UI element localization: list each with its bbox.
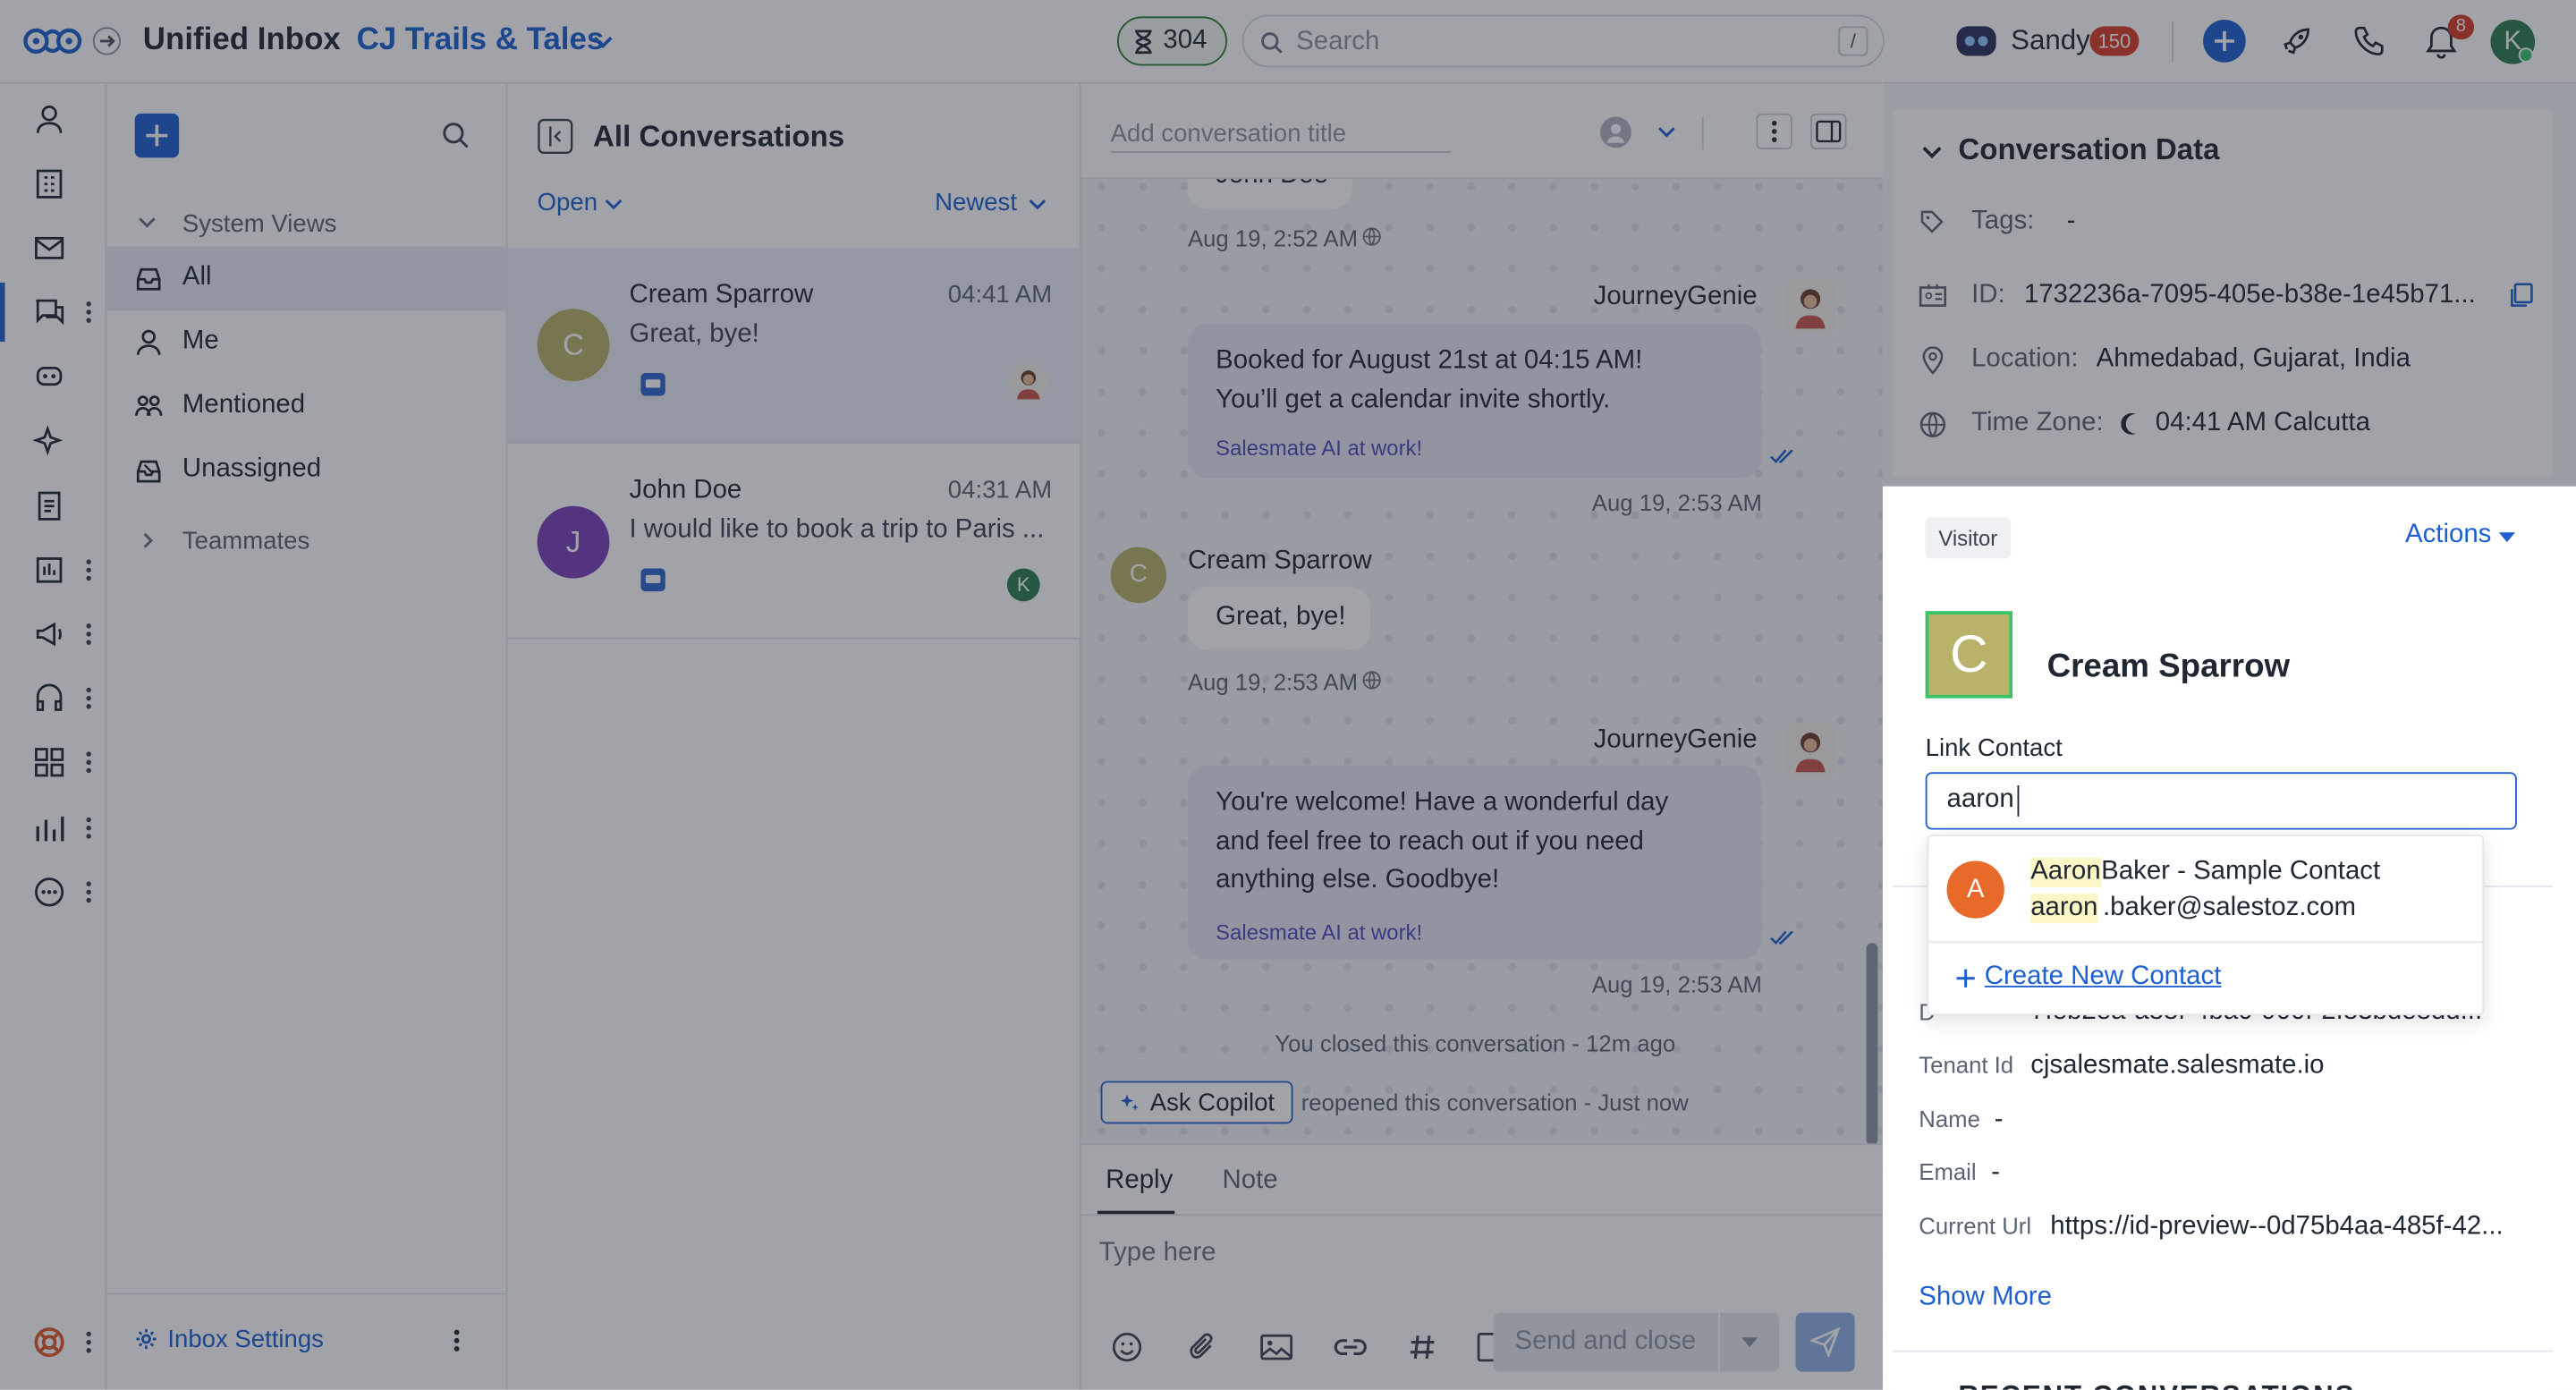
modal-backdrop[interactable]: [1882, 0, 2576, 487]
modal-backdrop[interactable]: [0, 0, 1883, 1390]
contact-search-dropdown: A Aaron Baker - Sample Contact aaron .ba…: [1927, 835, 2485, 1016]
result-name-highlight: Aaron: [2030, 857, 2101, 887]
search-result-item[interactable]: A Aaron Baker - Sample Contact aaron .ba…: [1928, 836, 2482, 942]
result-initial: A: [1966, 875, 1985, 904]
divider: [1928, 941, 2483, 944]
result-email: .baker@salestoz.com: [2103, 894, 2357, 922]
email-label: Email: [1919, 1157, 1977, 1185]
visitor-badge: Visitor: [1925, 517, 2011, 559]
name-value: -: [1994, 1106, 2004, 1134]
show-more-link[interactable]: Show More: [1919, 1283, 2052, 1312]
tenant-label: Tenant Id: [1919, 1051, 2014, 1078]
visitor-name: Cream Sparrow: [2046, 648, 2291, 685]
url-value: https://id-preview--0d75b4aa-485f-42...: [2050, 1212, 2504, 1241]
visitor-avatar: C: [1925, 611, 2013, 699]
recent-conversations-title: RECENT CONVERSATIONS: [1958, 1380, 2355, 1390]
visitor-initial: C: [1950, 623, 1988, 684]
tenant-value: cjsalesmate.salesmate.io: [2030, 1051, 2325, 1080]
name-label: Name: [1919, 1106, 1980, 1132]
email-value: -: [1991, 1157, 2000, 1187]
text-cursor: [2017, 784, 2020, 817]
link-contact-label: Link Contact: [1925, 734, 2063, 763]
result-avatar: A: [1946, 860, 2004, 919]
link-contact-value: aaron: [1946, 784, 2014, 814]
result-email-highlight: aaron: [2030, 894, 2098, 924]
create-new-contact-link[interactable]: Create New Contact: [1985, 962, 2222, 992]
recent-conversations-card: RECENT CONVERSATIONS: [1892, 1350, 2554, 1390]
link-contact-input[interactable]: aaron: [1925, 772, 2517, 830]
result-name: Baker - Sample Contact: [2101, 857, 2381, 886]
caret-down-icon[interactable]: [2498, 532, 2516, 543]
plus-icon: [1955, 968, 1977, 989]
actions-menu[interactable]: Actions: [2405, 521, 2491, 550]
url-label: Current Url: [1919, 1212, 2032, 1239]
